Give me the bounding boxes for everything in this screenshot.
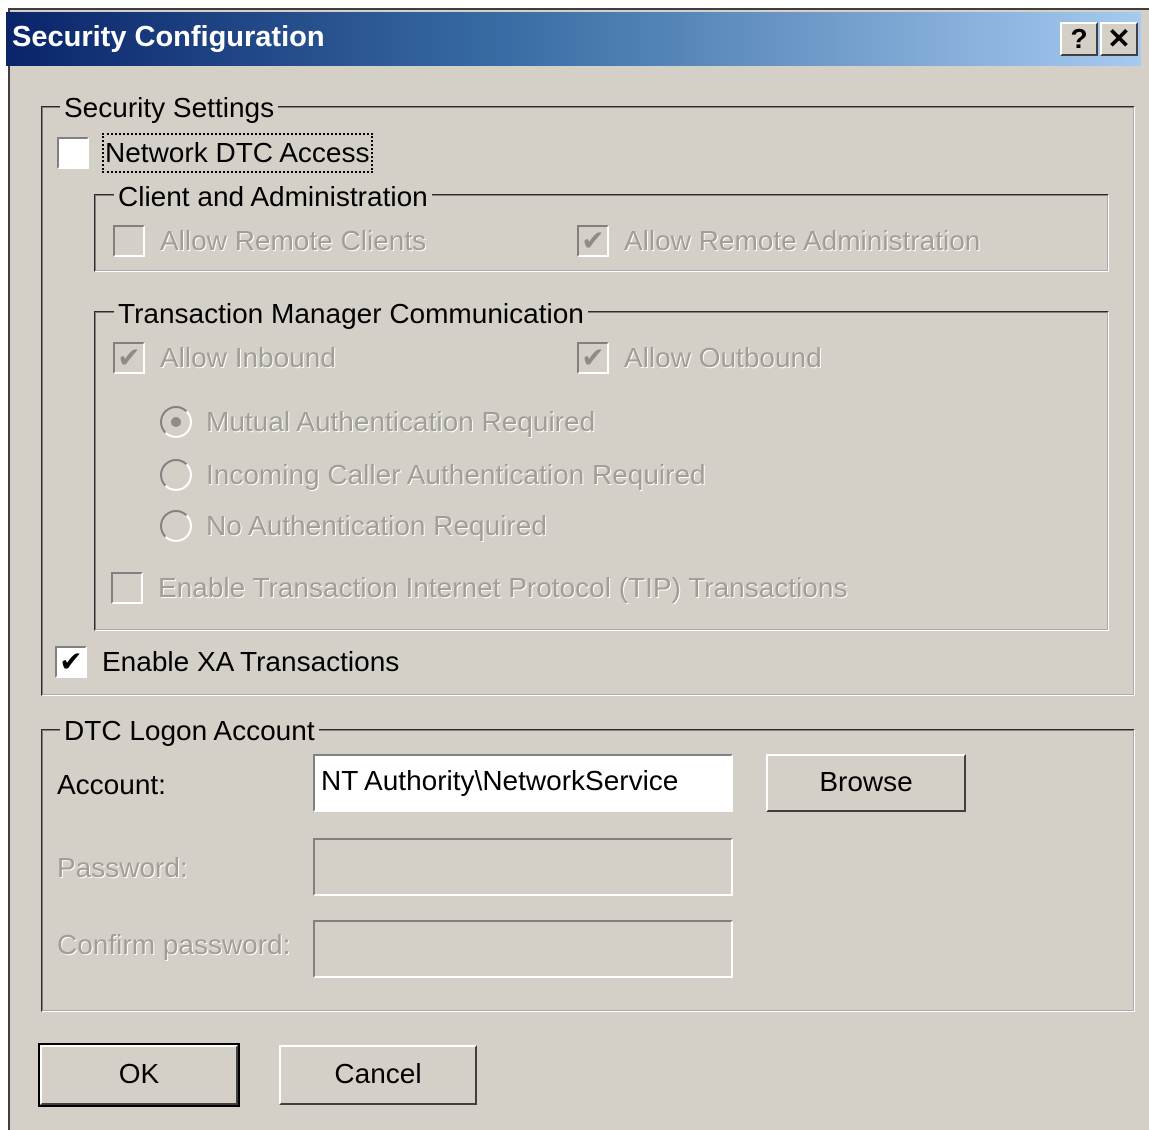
- dialog-title: Security Configuration: [12, 21, 325, 53]
- enable-xa-checkbox[interactable]: ✔: [55, 646, 87, 678]
- password-label: Password:: [57, 852, 188, 883]
- allow-remote-clients-label: Allow Remote Clients: [160, 225, 427, 256]
- no-auth-label: No Authentication Required: [206, 510, 547, 541]
- incoming-caller-auth-radio[interactable]: [160, 459, 192, 491]
- allow-outbound-label: Allow Outbound: [624, 342, 822, 373]
- ok-button-label: OK: [118, 1058, 160, 1089]
- account-label: Account:: [57, 769, 166, 800]
- close-button[interactable]: ✕: [1100, 22, 1138, 56]
- help-button[interactable]: ?: [1060, 22, 1098, 56]
- radio-selected-dot: [171, 417, 181, 427]
- cancel-button-label: Cancel: [334, 1058, 422, 1089]
- title-bar: Security Configuration ? ✕: [6, 12, 1141, 66]
- allow-inbound-checkbox[interactable]: ✔: [113, 342, 145, 374]
- logon-account-legend: DTC Logon Account: [60, 715, 319, 747]
- password-field[interactable]: [313, 838, 733, 896]
- account-field[interactable]: NT Authority\NetworkService: [313, 754, 733, 812]
- allow-remote-administration-checkbox[interactable]: ✔: [577, 225, 609, 257]
- client-admin-legend: Client and Administration: [114, 181, 432, 213]
- tm-communication-legend: Transaction Manager Communication: [114, 298, 588, 330]
- mutual-auth-label: Mutual Authentication Required: [206, 406, 596, 437]
- confirm-password-label: Confirm password:: [57, 929, 291, 960]
- confirm-password-field[interactable]: [313, 920, 733, 978]
- security-settings-legend: Security Settings: [60, 92, 279, 124]
- browse-button[interactable]: Browse: [766, 754, 966, 812]
- enable-xa-label[interactable]: Enable XA Transactions: [102, 645, 399, 679]
- allow-remote-clients-checkbox[interactable]: [113, 225, 145, 257]
- mutual-auth-radio[interactable]: [160, 406, 192, 438]
- incoming-caller-auth-label: Incoming Caller Authentication Required: [206, 459, 706, 490]
- close-icon: ✕: [1107, 23, 1131, 54]
- allow-outbound-checkbox[interactable]: ✔: [577, 342, 609, 374]
- cancel-button[interactable]: Cancel: [279, 1045, 477, 1105]
- help-icon: ?: [1070, 23, 1088, 54]
- enable-tip-checkbox[interactable]: [111, 572, 143, 604]
- network-dtc-access-checkbox[interactable]: [57, 137, 89, 169]
- enable-tip-label: Enable Transaction Internet Protocol (TI…: [158, 572, 848, 603]
- no-auth-radio[interactable]: [160, 510, 192, 542]
- allow-remote-administration-label: Allow Remote Administration: [624, 225, 981, 256]
- network-dtc-access-label[interactable]: Network DTC Access: [102, 133, 373, 173]
- ok-button[interactable]: OK: [38, 1043, 240, 1107]
- browse-button-label: Browse: [819, 766, 913, 797]
- allow-inbound-label: Allow Inbound: [160, 342, 336, 373]
